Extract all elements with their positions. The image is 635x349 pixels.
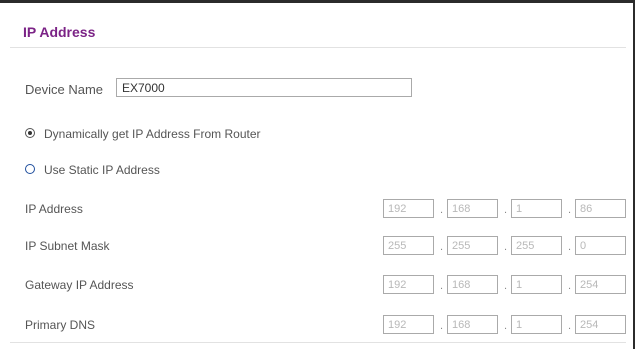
ip-address-label: IP Address [25,202,83,216]
octet-separator: . [504,280,508,292]
ip-octet-2-input[interactable] [447,199,498,218]
octet-separator: . [568,204,572,216]
subnet-mask-label: IP Subnet Mask [25,239,110,253]
octet-separator: . [440,280,444,292]
gateway-octet-1-input[interactable] [383,275,434,294]
ip-address-panel: IP Address Device Name Dynamically get I… [0,0,635,349]
radio-button-checked-icon[interactable] [25,128,35,138]
gateway-ip-label: Gateway IP Address [25,278,134,292]
octet-separator: . [504,204,508,216]
octet-separator: . [504,320,508,332]
dns-octet-4-input[interactable] [575,315,626,334]
subnet-octet-3-input[interactable] [511,236,562,255]
primary-dns-label: Primary DNS [25,318,96,332]
dns-octet-3-input[interactable] [511,315,562,334]
device-name-label: Device Name [25,82,104,97]
octet-separator: . [568,280,572,292]
subnet-octet-2-input[interactable] [447,236,498,255]
divider [10,342,626,343]
octet-separator: . [568,320,572,332]
gateway-octet-3-input[interactable] [511,275,562,294]
octet-separator: . [504,241,508,253]
ip-octet-1-input[interactable] [383,199,434,218]
ip-octet-4-input[interactable] [575,199,626,218]
gateway-octet-2-input[interactable] [447,275,498,294]
section-title: IP Address [23,24,96,40]
radio-static-label: Use Static IP Address [44,163,160,177]
subnet-octet-1-input[interactable] [383,236,434,255]
radio-button-unchecked-icon[interactable] [25,164,35,174]
radio-dynamic-label: Dynamically get IP Address From Router [44,127,261,141]
dns-octet-1-input[interactable] [383,315,434,334]
subnet-octet-4-input[interactable] [575,236,626,255]
octet-separator: . [440,241,444,253]
octet-separator: . [568,241,572,253]
octet-separator: . [440,320,444,332]
dns-octet-2-input[interactable] [447,315,498,334]
divider [10,47,626,48]
gateway-octet-4-input[interactable] [575,275,626,294]
device-name-input[interactable] [116,78,412,97]
octet-separator: . [440,204,444,216]
ip-octet-3-input[interactable] [511,199,562,218]
